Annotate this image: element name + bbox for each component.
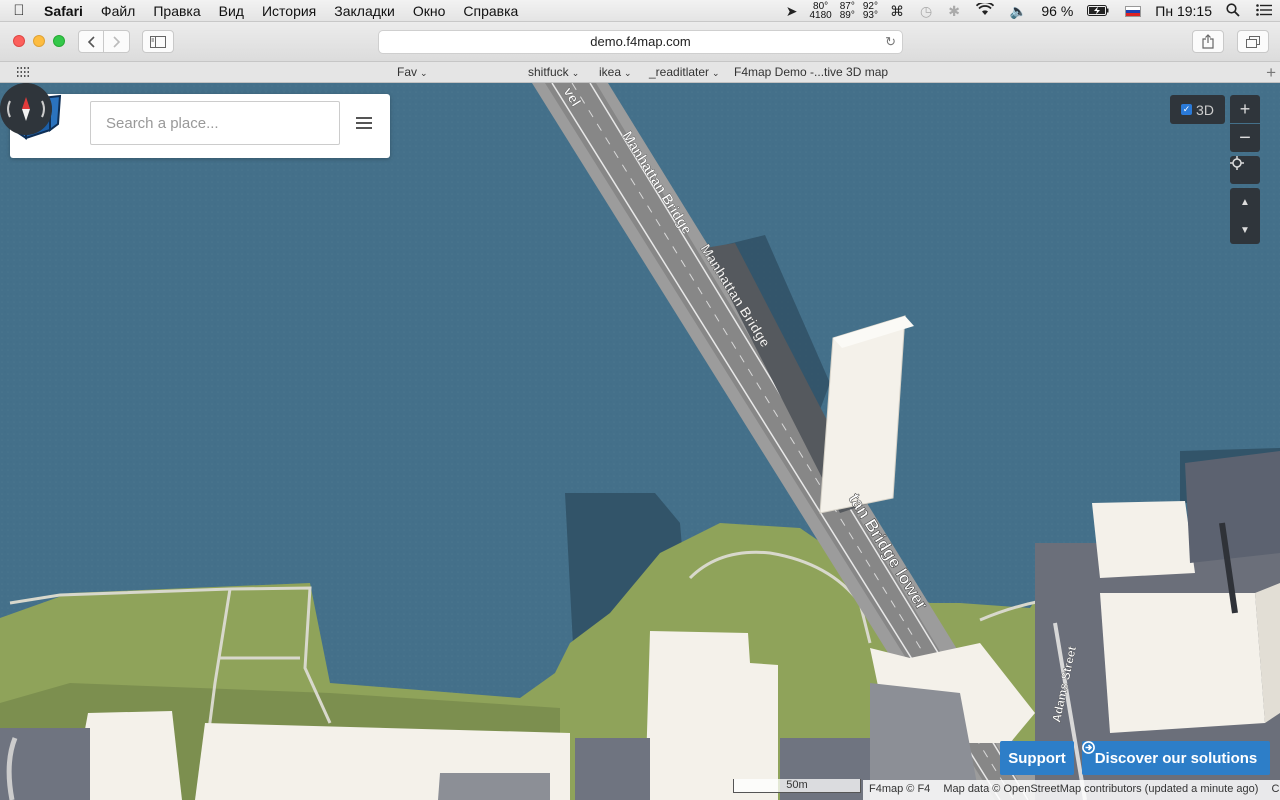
bookmark-folder-ikea[interactable]: ikea ⌄ [599, 65, 632, 79]
chevron-down-icon: ⌄ [712, 68, 720, 78]
apple-icon[interactable]:  [0, 2, 38, 19]
menu-help[interactable]: Справка [454, 3, 527, 19]
sidebar-toggle-button[interactable] [142, 30, 174, 53]
grid-icon[interactable] [16, 66, 30, 78]
tower-building [819, 315, 906, 514]
attribution-osm[interactable]: Map data © OpenStreetMap contributors (u… [943, 783, 1258, 795]
building [1100, 593, 1265, 733]
building [1185, 451, 1280, 563]
geolocate-button[interactable] [1230, 156, 1260, 184]
menu-view[interactable]: Вид [210, 3, 253, 19]
notification-center-icon[interactable] [1256, 3, 1272, 19]
wifi-icon[interactable] [975, 1, 995, 19]
volume-icon[interactable]: 🔈 [1010, 3, 1027, 20]
menu-bar:  Safari Файл Правка Вид История Закладк… [0, 0, 1280, 22]
url-text: demo.f4map.com [590, 34, 691, 49]
map-scene: vel Manhattan Bridge Manhattan Bridge ta… [0, 83, 1280, 800]
battery-percent: 96 % [1041, 3, 1074, 19]
discover-solutions-button[interactable]: Discover our solutions [1082, 741, 1270, 775]
menu-app-safari[interactable]: Safari [38, 3, 92, 19]
new-tab-plus-icon[interactable]: + [1266, 63, 1276, 83]
tilt-down-button[interactable]: ▼ [1230, 216, 1260, 244]
sensor-stat-2[interactable]: 87° 89° [840, 2, 855, 21]
compass-icon[interactable] [0, 83, 52, 135]
command-icon[interactable]: ⌘ [890, 3, 904, 20]
chevron-left-icon [87, 35, 95, 48]
reload-icon[interactable]: ↻ [885, 31, 896, 53]
checkbox-checked-icon[interactable]: ✓ [1181, 104, 1193, 115]
crosshair-icon [1230, 156, 1244, 170]
battery-charging-icon[interactable] [1087, 3, 1109, 19]
menu-history[interactable]: История [253, 3, 325, 19]
support-button[interactable]: Support [1000, 741, 1074, 775]
forward-button[interactable] [104, 30, 130, 53]
bookmarks-bar: Fav ⌄ shitfuck ⌄ ikea ⌄ _readitlater ⌄ F4map… [0, 62, 1280, 83]
map-attribution: F4map © F4 Map data © OpenStreetMap cont… [863, 780, 1280, 800]
menu-edit[interactable]: Правка [144, 3, 209, 19]
search-input[interactable] [90, 101, 340, 145]
chevron-down-icon: ⌄ [624, 68, 632, 78]
time-machine-icon[interactable]: ◷ [920, 3, 932, 20]
sensor-stat-3[interactable]: 92° 93° [863, 2, 878, 21]
building [438, 773, 550, 800]
input-source-flag-icon[interactable] [1125, 5, 1142, 17]
chevron-down-icon: ⌄ [420, 68, 428, 78]
window-close-button[interactable] [13, 35, 25, 47]
address-bar[interactable]: demo.f4map.com ↻ [378, 30, 903, 54]
tabs-icon [1246, 35, 1260, 48]
window-minimize-button[interactable] [33, 35, 45, 47]
menu-bookmarks[interactable]: Закладки [325, 3, 404, 19]
attribution-f4[interactable]: F4map © F4 [869, 783, 930, 795]
share-button[interactable] [1192, 30, 1224, 53]
back-button[interactable] [78, 30, 104, 53]
menu-window[interactable]: Окно [404, 3, 455, 19]
clock[interactable]: Пн 19:15 [1155, 3, 1212, 19]
bookmark-folder-fav[interactable]: Fav ⌄ [397, 65, 428, 79]
map-scale: 50m [733, 779, 861, 793]
chevron-right-icon [112, 35, 120, 48]
arrow-circle-right-icon [1082, 741, 1095, 754]
building [1092, 501, 1195, 578]
browser-toolbar: demo.f4map.com ↻ [0, 22, 1280, 62]
tabs-overview-button[interactable] [1237, 30, 1269, 53]
bluetooth-icon[interactable]: ✱ [948, 3, 960, 20]
chevron-down-icon: ⌄ [571, 68, 580, 78]
zoom-in-button[interactable]: + [1230, 95, 1260, 123]
street-area [575, 738, 650, 800]
zoom-out-button[interactable]: − [1230, 124, 1260, 152]
bookmark-folder-readitlater[interactable]: _readitlater ⌄ [649, 65, 720, 79]
map-canvas[interactable]: vel Manhattan Bridge Manhattan Bridge ta… [0, 83, 1280, 800]
spotlight-search-icon[interactable] [1226, 2, 1240, 20]
location-arrow-icon[interactable]: ➤ [786, 3, 798, 20]
window-maximize-button[interactable] [53, 35, 65, 47]
bookmark-f4map-demo[interactable]: F4map Demo -...tive 3D map [734, 65, 888, 79]
toggle-3d-label: 3D [1196, 101, 1214, 118]
credits-link[interactable]: Credits [1272, 783, 1280, 795]
tilt-up-button[interactable]: ▲ [1230, 188, 1260, 216]
sensor-stat-1[interactable]: 80° 4180 [809, 2, 831, 21]
search-panel [10, 94, 390, 158]
menu-file[interactable]: Файл [92, 3, 144, 19]
share-icon [1202, 34, 1214, 49]
sidebar-icon [150, 35, 166, 48]
bookmark-folder-shitfuck[interactable]: shitfuck ⌄ [528, 65, 579, 79]
menu-hamburger-icon[interactable] [356, 117, 372, 131]
toggle-3d[interactable]: ✓ 3D [1170, 95, 1225, 124]
